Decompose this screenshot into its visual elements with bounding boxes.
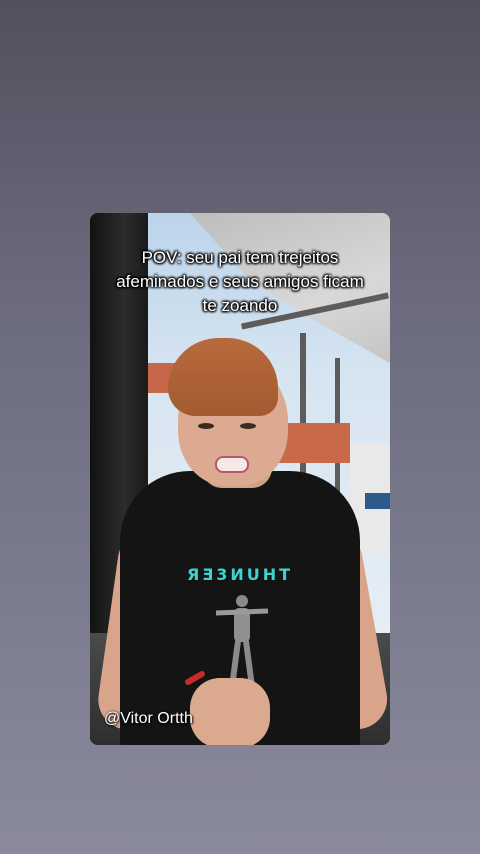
creator-watermark: @Vitor Ortth (104, 710, 193, 727)
clasped-hands (190, 678, 270, 745)
blue-stripe (365, 493, 390, 509)
video-caption: POV: seu pai tem trejeitos afeminados e … (116, 248, 364, 315)
mouth (215, 456, 249, 473)
right-eye (240, 423, 256, 429)
left-eye (198, 423, 214, 429)
shirt-print-text: ЯƎ3ИUHT (186, 565, 294, 584)
statue-print-icon (215, 595, 269, 688)
video-card[interactable]: ЯƎ3ИUHT POV: seu pai tem trejeitos afemi… (90, 213, 390, 745)
